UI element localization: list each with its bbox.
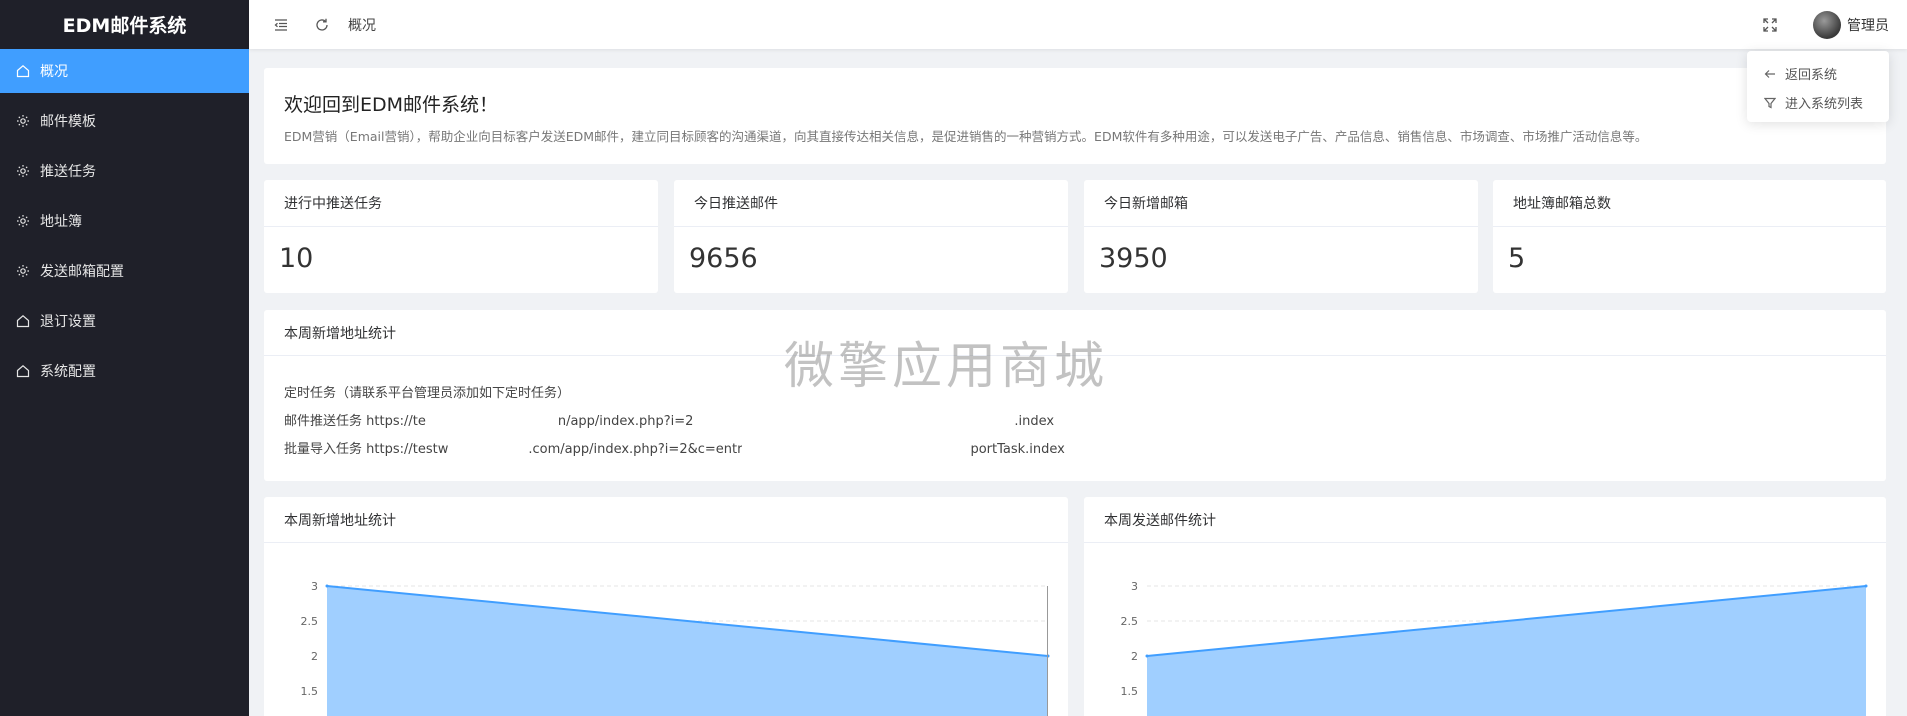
- sidebar-item-label: 推送任务: [40, 164, 96, 180]
- user-dropdown: 返回系统 进入系统列表: [1747, 51, 1889, 122]
- sidebar-item-6[interactable]: 系统配置: [0, 349, 249, 393]
- sidebar-item-label: 发送邮箱配置: [40, 264, 124, 280]
- sidebar-item-2[interactable]: 推送任务: [0, 149, 249, 193]
- stat-card-address-total: 地址簿邮箱总数 5: [1493, 180, 1886, 293]
- welcome-description: EDM营销（Email营销），帮助企业向目标客户发送EDM邮件，建立同目标顾客的…: [284, 129, 1648, 144]
- data-point[interactable]: [325, 584, 329, 588]
- y-tick-label: 2: [311, 650, 318, 663]
- data-point[interactable]: [1145, 654, 1149, 658]
- chart-new-address: 3 2.5 2 1.5: [301, 580, 1050, 716]
- home-icon: [16, 314, 30, 328]
- area-fill: [1147, 586, 1866, 716]
- task-url-prefix: 批量导入任务 https://testw: [284, 442, 449, 457]
- sidebar-item-3[interactable]: 地址簿: [0, 199, 249, 243]
- user-name[interactable]: 管理员: [1847, 15, 1889, 35]
- gear-icon: [16, 164, 30, 178]
- task-url-suffix: .index: [1014, 414, 1055, 429]
- chart-sent-mail: 3 2.5 2 1.5: [1121, 580, 1868, 716]
- stat-label: 今日新增邮箱: [1084, 180, 1478, 227]
- stat-label: 地址簿邮箱总数: [1493, 180, 1886, 227]
- header-actions: 管理员: [1761, 0, 1889, 49]
- gear-icon: [16, 264, 30, 278]
- sidebar-item-4[interactable]: 发送邮箱配置: [0, 249, 249, 293]
- chart-card-new-address: 本周新增地址统计 3 2.5 2 1.5: [264, 497, 1068, 716]
- task-line-push: 邮件推送任务 https://te_n/app/index.php?i=2_.i…: [284, 410, 1054, 429]
- y-tick-label: 3: [311, 580, 318, 593]
- sidebar-item-label: 概况: [40, 64, 68, 80]
- stat-card-today-sent: 今日推送邮件 9656: [674, 180, 1068, 293]
- stat-value: 3950: [1099, 243, 1168, 274]
- filter-icon: [1764, 97, 1776, 108]
- dropdown-item-system-list[interactable]: 进入系统列表: [1747, 88, 1889, 117]
- home-icon: [16, 364, 30, 378]
- stat-value: 5: [1508, 243, 1526, 274]
- collapse-menu-icon[interactable]: [272, 16, 290, 34]
- y-tick-label: 1.5: [1121, 685, 1139, 698]
- welcome-card: 欢迎回到EDM邮件系统！ EDM营销（Email营销），帮助企业向目标客户发送E…: [264, 68, 1886, 164]
- task-url-prefix: 邮件推送任务 https://te: [284, 414, 426, 429]
- stat-value: 10: [279, 243, 314, 274]
- task-intro: 定时任务（请联系平台管理员添加如下定时任务）: [284, 386, 571, 401]
- chart-title: 本周发送邮件统计: [1084, 497, 1886, 543]
- sidebar-item-0[interactable]: 概况: [0, 49, 249, 93]
- top-header: 概况 管理员: [249, 0, 1907, 49]
- home-icon: [16, 64, 30, 78]
- welcome-title: 欢迎回到EDM邮件系统！: [284, 94, 499, 116]
- chart-title: 本周新增地址统计: [264, 497, 1068, 543]
- sidebar-item-label: 地址簿: [40, 214, 82, 230]
- stat-label: 进行中推送任务: [264, 180, 658, 227]
- task-url-mid: n/app/index.php?i=2: [557, 414, 694, 429]
- refresh-icon[interactable]: [313, 16, 331, 34]
- watermark: 微擎应用商城: [784, 337, 1108, 395]
- sidebar-item-1[interactable]: 邮件模板: [0, 99, 249, 143]
- sidebar-item-label: 系统配置: [40, 364, 96, 380]
- sidebar-item-label: 邮件模板: [40, 114, 96, 130]
- stat-card-running-tasks: 进行中推送任务 10: [264, 180, 658, 293]
- y-tick-label: 2.5: [301, 615, 319, 628]
- fullscreen-icon[interactable]: [1761, 16, 1779, 34]
- sidebar-item-label: 退订设置: [40, 314, 96, 330]
- dropdown-item-label: 返回系统: [1785, 68, 1838, 83]
- y-tick-label: 2: [1131, 650, 1138, 663]
- sidebar: EDM邮件系统 概况邮件模板推送任务地址簿发送邮箱配置 退订设置系统配置: [0, 0, 249, 716]
- gear-icon: [16, 214, 30, 228]
- stat-label: 今日推送邮件: [674, 180, 1068, 227]
- task-line-import: 批量导入任务 https://testw_.com/app/index.php?…: [284, 438, 1065, 457]
- breadcrumb: 概况: [348, 17, 376, 34]
- stat-value: 9656: [689, 243, 758, 274]
- dropdown-item-label: 进入系统列表: [1785, 97, 1864, 112]
- avatar[interactable]: [1813, 10, 1841, 39]
- stat-card-today-new-mailbox: 今日新增邮箱 3950: [1084, 180, 1478, 293]
- app-logo[interactable]: EDM邮件系统: [0, 0, 249, 49]
- area-fill: [327, 586, 1048, 716]
- dropdown-item-back[interactable]: 返回系统: [1747, 59, 1889, 88]
- data-point[interactable]: [1864, 584, 1868, 588]
- arrow-left-icon: [1764, 69, 1775, 78]
- y-tick-label: 1.5: [301, 685, 319, 698]
- chart-card-sent-mail: 本周发送邮件统计 3 2.5 2 1.5: [1084, 497, 1886, 716]
- y-tick-label: 3: [1131, 580, 1138, 593]
- task-url-mid: .com/app/index.php?i=2&c=entr: [528, 442, 743, 457]
- task-url-suffix: portTask.index: [970, 442, 1065, 457]
- sidebar-item-5[interactable]: 退订设置: [0, 299, 249, 343]
- gear-icon: [16, 114, 30, 128]
- sidebar-menu: 概况邮件模板推送任务地址簿发送邮箱配置 退订设置系统配置: [0, 49, 249, 393]
- y-tick-label: 2.5: [1121, 615, 1139, 628]
